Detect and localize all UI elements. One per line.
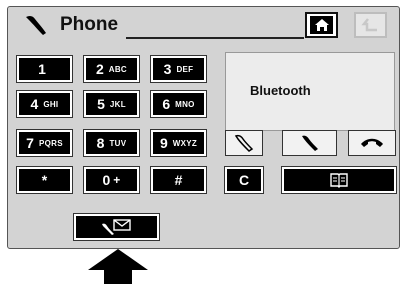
key-5[interactable]: 5 JKL xyxy=(83,90,140,118)
key-0[interactable]: 0 + xyxy=(83,166,140,194)
key-letters: PQRS xyxy=(38,138,63,148)
end-call-button[interactable] xyxy=(348,130,396,156)
back-arrow-icon xyxy=(360,18,377,32)
key-6[interactable]: 6 MNO xyxy=(150,90,207,118)
key-digit: 4 xyxy=(30,96,39,112)
key-digit: 2 xyxy=(95,61,104,77)
key-7[interactable]: 7 PQRS xyxy=(16,129,73,157)
key-3[interactable]: 3 DEF xyxy=(150,55,207,83)
voicemail-button[interactable] xyxy=(73,213,160,241)
key-letters: GHI xyxy=(43,99,59,109)
page-title: Phone xyxy=(60,14,119,35)
handset-icon xyxy=(26,15,46,35)
key-1[interactable]: 1 xyxy=(16,55,73,83)
key-digit: 6 xyxy=(162,96,171,112)
handset-outline-icon xyxy=(234,134,254,152)
call-icon xyxy=(301,135,318,151)
end-call-icon xyxy=(361,138,383,147)
phonebook-icon xyxy=(330,173,348,188)
key-digit: 5 xyxy=(97,96,105,112)
phonebook-button[interactable] xyxy=(281,166,397,194)
key-star[interactable]: * xyxy=(16,166,73,194)
key-digit: 9 xyxy=(159,135,168,151)
key-letters: MNO xyxy=(175,99,195,109)
key-digit: 0 xyxy=(102,172,111,188)
connection-display: Bluetooth xyxy=(225,52,395,131)
home-icon xyxy=(314,19,329,31)
clear-label: C xyxy=(238,172,250,188)
key-digit: * xyxy=(41,172,48,188)
key-digit: # xyxy=(174,172,183,188)
key-digit: 7 xyxy=(26,135,34,151)
key-hash[interactable]: # xyxy=(150,166,207,194)
key-8[interactable]: 8 TUV xyxy=(83,129,140,157)
key-letters: ABC xyxy=(108,64,128,74)
key-letters: JKL xyxy=(109,99,126,109)
pointer-arrow xyxy=(88,249,148,284)
key-digit: 3 xyxy=(163,61,172,77)
key-letters: WXYZ xyxy=(172,138,198,148)
voicemail-icon xyxy=(101,219,131,235)
key-digit: 8 xyxy=(96,135,105,151)
flash-button[interactable] xyxy=(225,130,263,156)
connection-status: Bluetooth xyxy=(250,83,311,98)
key-9[interactable]: 9 WXYZ xyxy=(150,129,207,157)
clear-button[interactable]: C xyxy=(224,166,264,194)
title-bar: Phone xyxy=(8,7,399,43)
phone-screen: Phone 1 2 ABC 3 DEF 4 GHI 5 JKL 6 MNO 7 … xyxy=(7,6,400,249)
key-letters: DEF xyxy=(176,64,194,74)
title-divider xyxy=(126,37,304,39)
key-4[interactable]: 4 GHI xyxy=(16,90,73,118)
back-button[interactable] xyxy=(354,12,387,38)
key-digit: 1 xyxy=(38,61,46,77)
key-letters: TUV xyxy=(109,138,127,148)
home-button[interactable] xyxy=(305,12,338,38)
key-letters: + xyxy=(113,173,121,187)
key-2[interactable]: 2 ABC xyxy=(83,55,140,83)
call-button[interactable] xyxy=(282,130,337,156)
